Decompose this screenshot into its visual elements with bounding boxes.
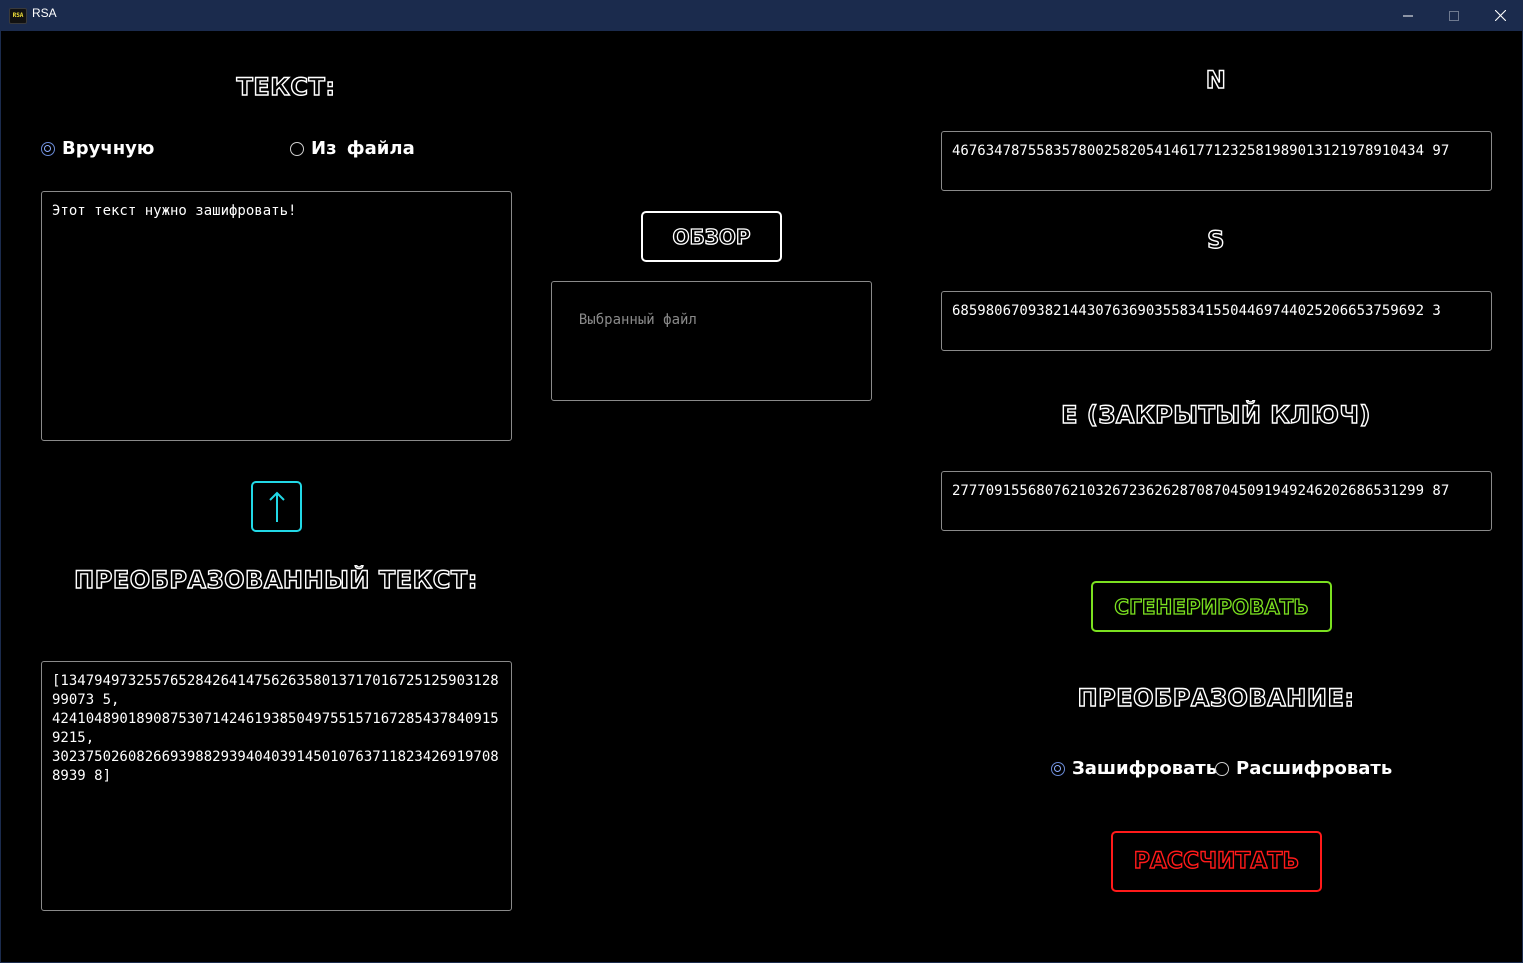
- n-value-field[interactable]: 4676347875583578002582054146177123258198…: [941, 131, 1492, 191]
- transform-heading: Преобразование:: [1077, 683, 1355, 712]
- radio-decrypt[interactable]: Расшифровать: [1215, 758, 1392, 779]
- selected-file-placeholder: Выбранный файл: [578, 312, 697, 328]
- rsa-app-icon: RSA: [9, 8, 27, 24]
- radio-decrypt-label: Расшифровать: [1236, 758, 1393, 779]
- close-button[interactable]: [1477, 0, 1523, 31]
- radio-encrypt-indicator: [1051, 761, 1065, 776]
- radio-manual-indicator: [41, 141, 55, 156]
- converted-text-heading: Преобразованный текст:: [73, 565, 478, 594]
- s-value-field[interactable]: 6859806709382144307636903558341550446974…: [941, 291, 1492, 351]
- radio-file-indicator: [290, 141, 304, 156]
- e-label: Е (закрытый ключ): [1060, 400, 1371, 429]
- arrow-up-icon: [268, 491, 285, 522]
- title-bar: RSA RSA: [0, 0, 1523, 31]
- generate-button[interactable]: Сгенерировать: [1091, 581, 1332, 632]
- window-title: RSA: [32, 6, 57, 20]
- maximize-button[interactable]: [1431, 0, 1477, 31]
- calculate-button[interactable]: Рассчитать: [1111, 831, 1322, 892]
- e-value-field[interactable]: 2777091556807621032672362628708704509194…: [941, 471, 1492, 531]
- minimize-button[interactable]: [1385, 0, 1431, 31]
- radio-file-label: Из файла: [311, 138, 415, 159]
- selected-file-field[interactable]: Выбранный файл: [551, 281, 872, 401]
- radio-decrypt-indicator: [1215, 761, 1229, 776]
- n-label: N: [1205, 65, 1227, 94]
- radio-manual-label: Вручную: [62, 138, 155, 159]
- radio-manual[interactable]: Вручную: [41, 138, 154, 159]
- transfer-up-button[interactable]: [251, 481, 302, 532]
- browse-button[interactable]: Обзор: [641, 211, 782, 262]
- output-text-area[interactable]: [134794973255765284264147562635801371701…: [41, 661, 512, 911]
- input-text-area[interactable]: Этот текст нужно зашифровать!: [41, 191, 512, 441]
- close-icon: [1494, 10, 1506, 21]
- radio-encrypt[interactable]: Зашифровать: [1051, 758, 1217, 779]
- radio-from-file[interactable]: Из файла: [290, 138, 415, 159]
- maximize-icon: [1449, 10, 1459, 21]
- text-heading: Текст:: [236, 72, 336, 101]
- minimize-icon: [1403, 15, 1413, 16]
- s-label: S: [1206, 225, 1225, 254]
- radio-encrypt-label: Зашифровать: [1072, 758, 1218, 779]
